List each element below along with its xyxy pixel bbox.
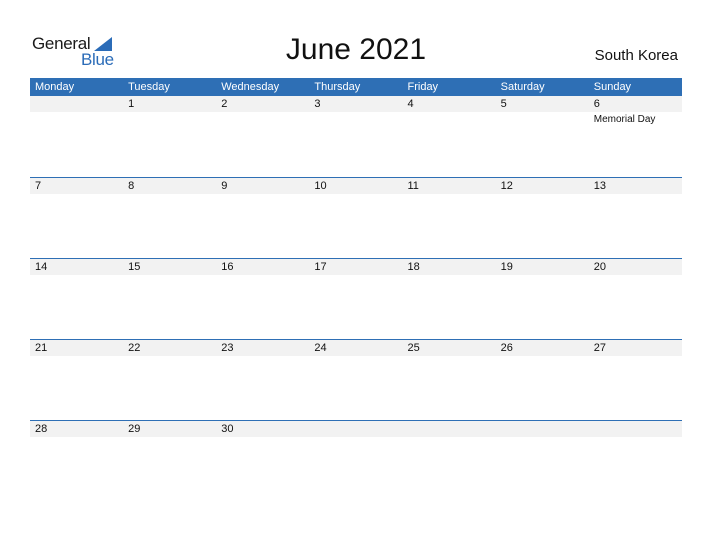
day-cell: 5 <box>496 96 589 112</box>
weekday-wednesday: Wednesday <box>221 81 280 93</box>
day-number: 24 <box>314 342 327 354</box>
day-number: 29 <box>128 423 141 435</box>
day-cell: 11 <box>403 178 496 194</box>
day-cell: 15 <box>123 259 216 275</box>
day-number: 22 <box>128 342 141 354</box>
day-cell: 3 <box>309 96 402 112</box>
weekday-thursday: Thursday <box>314 81 361 93</box>
day-cell: 27 <box>589 340 682 356</box>
day-number: 3 <box>314 98 321 110</box>
day-number: 11 <box>407 180 419 192</box>
day-number: 30 <box>221 423 234 435</box>
day-number: 21 <box>35 342 48 354</box>
day-cell: 8 <box>123 178 216 194</box>
week-row: 28 29 30 <box>30 420 682 501</box>
country-label: South Korea <box>594 47 678 64</box>
day-number: 28 <box>35 423 48 435</box>
day-cell: 6 Memorial Day <box>589 96 682 125</box>
day-number: 5 <box>500 98 507 110</box>
date-strip: 7 8 9 10 11 12 13 <box>30 178 682 194</box>
day-cell: 23 <box>216 340 309 356</box>
day-cell: 4 <box>403 96 496 112</box>
day-cell: 19 <box>496 259 589 275</box>
day-number: 1 <box>128 98 135 110</box>
day-number: 19 <box>500 261 513 273</box>
week-row: 1 2 3 4 5 6 Memorial Day <box>30 96 682 177</box>
day-number: 6 <box>593 98 600 110</box>
day-number: 10 <box>314 180 327 192</box>
date-strip: 1 2 3 4 5 6 Memorial Day <box>30 96 682 125</box>
day-number: 23 <box>221 342 234 354</box>
day-cell: 10 <box>309 178 402 194</box>
day-number: 20 <box>593 261 606 273</box>
day-cell: 17 <box>309 259 402 275</box>
day-cell: 14 <box>30 259 123 275</box>
day-number: 12 <box>500 180 513 192</box>
weeks-container: 1 2 3 4 5 6 Memorial Day 7 8 9 10 11 12 13 14 15 16 17 18 1… <box>30 96 682 501</box>
date-strip: 28 29 30 <box>30 421 682 437</box>
day-number: 2 <box>221 98 228 110</box>
week-row: 21 22 23 24 25 26 27 <box>30 339 682 420</box>
day-cell: 13 <box>589 178 682 194</box>
week-row: 7 8 9 10 11 12 13 <box>30 177 682 258</box>
day-number: 18 <box>407 261 420 273</box>
day-cell: 12 <box>496 178 589 194</box>
holiday-label: Memorial Day <box>593 114 656 125</box>
day-cell: 28 <box>30 421 123 437</box>
day-number: 9 <box>221 180 228 192</box>
day-cell <box>403 421 496 437</box>
day-number: 15 <box>128 261 141 273</box>
day-cell: 9 <box>216 178 309 194</box>
weekday-friday: Friday <box>407 81 439 93</box>
day-number: 25 <box>407 342 420 354</box>
day-cell: 30 <box>216 421 309 437</box>
day-cell: 21 <box>30 340 123 356</box>
day-cell: 29 <box>123 421 216 437</box>
calendar-grid: Monday Tuesday Wednesday Thursday Friday… <box>30 78 682 501</box>
weekday-header: Monday Tuesday Wednesday Thursday Friday… <box>30 78 682 96</box>
day-cell: 26 <box>496 340 589 356</box>
day-cell: 2 <box>216 96 309 112</box>
day-number: 26 <box>500 342 513 354</box>
day-number: 14 <box>35 261 48 273</box>
day-cell: 18 <box>403 259 496 275</box>
day-number: 17 <box>314 261 327 273</box>
day-cell: 7 <box>30 178 123 194</box>
day-cell <box>309 421 402 437</box>
day-cell: 25 <box>403 340 496 356</box>
date-strip: 21 22 23 24 25 26 27 <box>30 340 682 356</box>
day-number: 8 <box>128 180 135 192</box>
day-cell: 20 <box>589 259 682 275</box>
weekday-sunday: Sunday <box>593 81 632 93</box>
day-number: 7 <box>35 180 42 192</box>
day-number: 4 <box>407 98 414 110</box>
weekday-tuesday: Tuesday <box>128 81 170 93</box>
day-cell <box>496 421 589 437</box>
day-number: 27 <box>593 342 606 354</box>
weekday-monday: Monday <box>35 81 75 93</box>
day-cell: 24 <box>309 340 402 356</box>
day-cell <box>30 96 123 112</box>
day-number: 13 <box>593 180 606 192</box>
week-row: 14 15 16 17 18 19 20 <box>30 258 682 339</box>
weekday-saturday: Saturday <box>500 81 545 93</box>
date-strip: 14 15 16 17 18 19 20 <box>30 259 682 275</box>
day-cell: 1 <box>123 96 216 112</box>
day-cell <box>589 421 682 437</box>
day-cell: 16 <box>216 259 309 275</box>
day-number: 16 <box>221 261 234 273</box>
day-cell: 22 <box>123 340 216 356</box>
